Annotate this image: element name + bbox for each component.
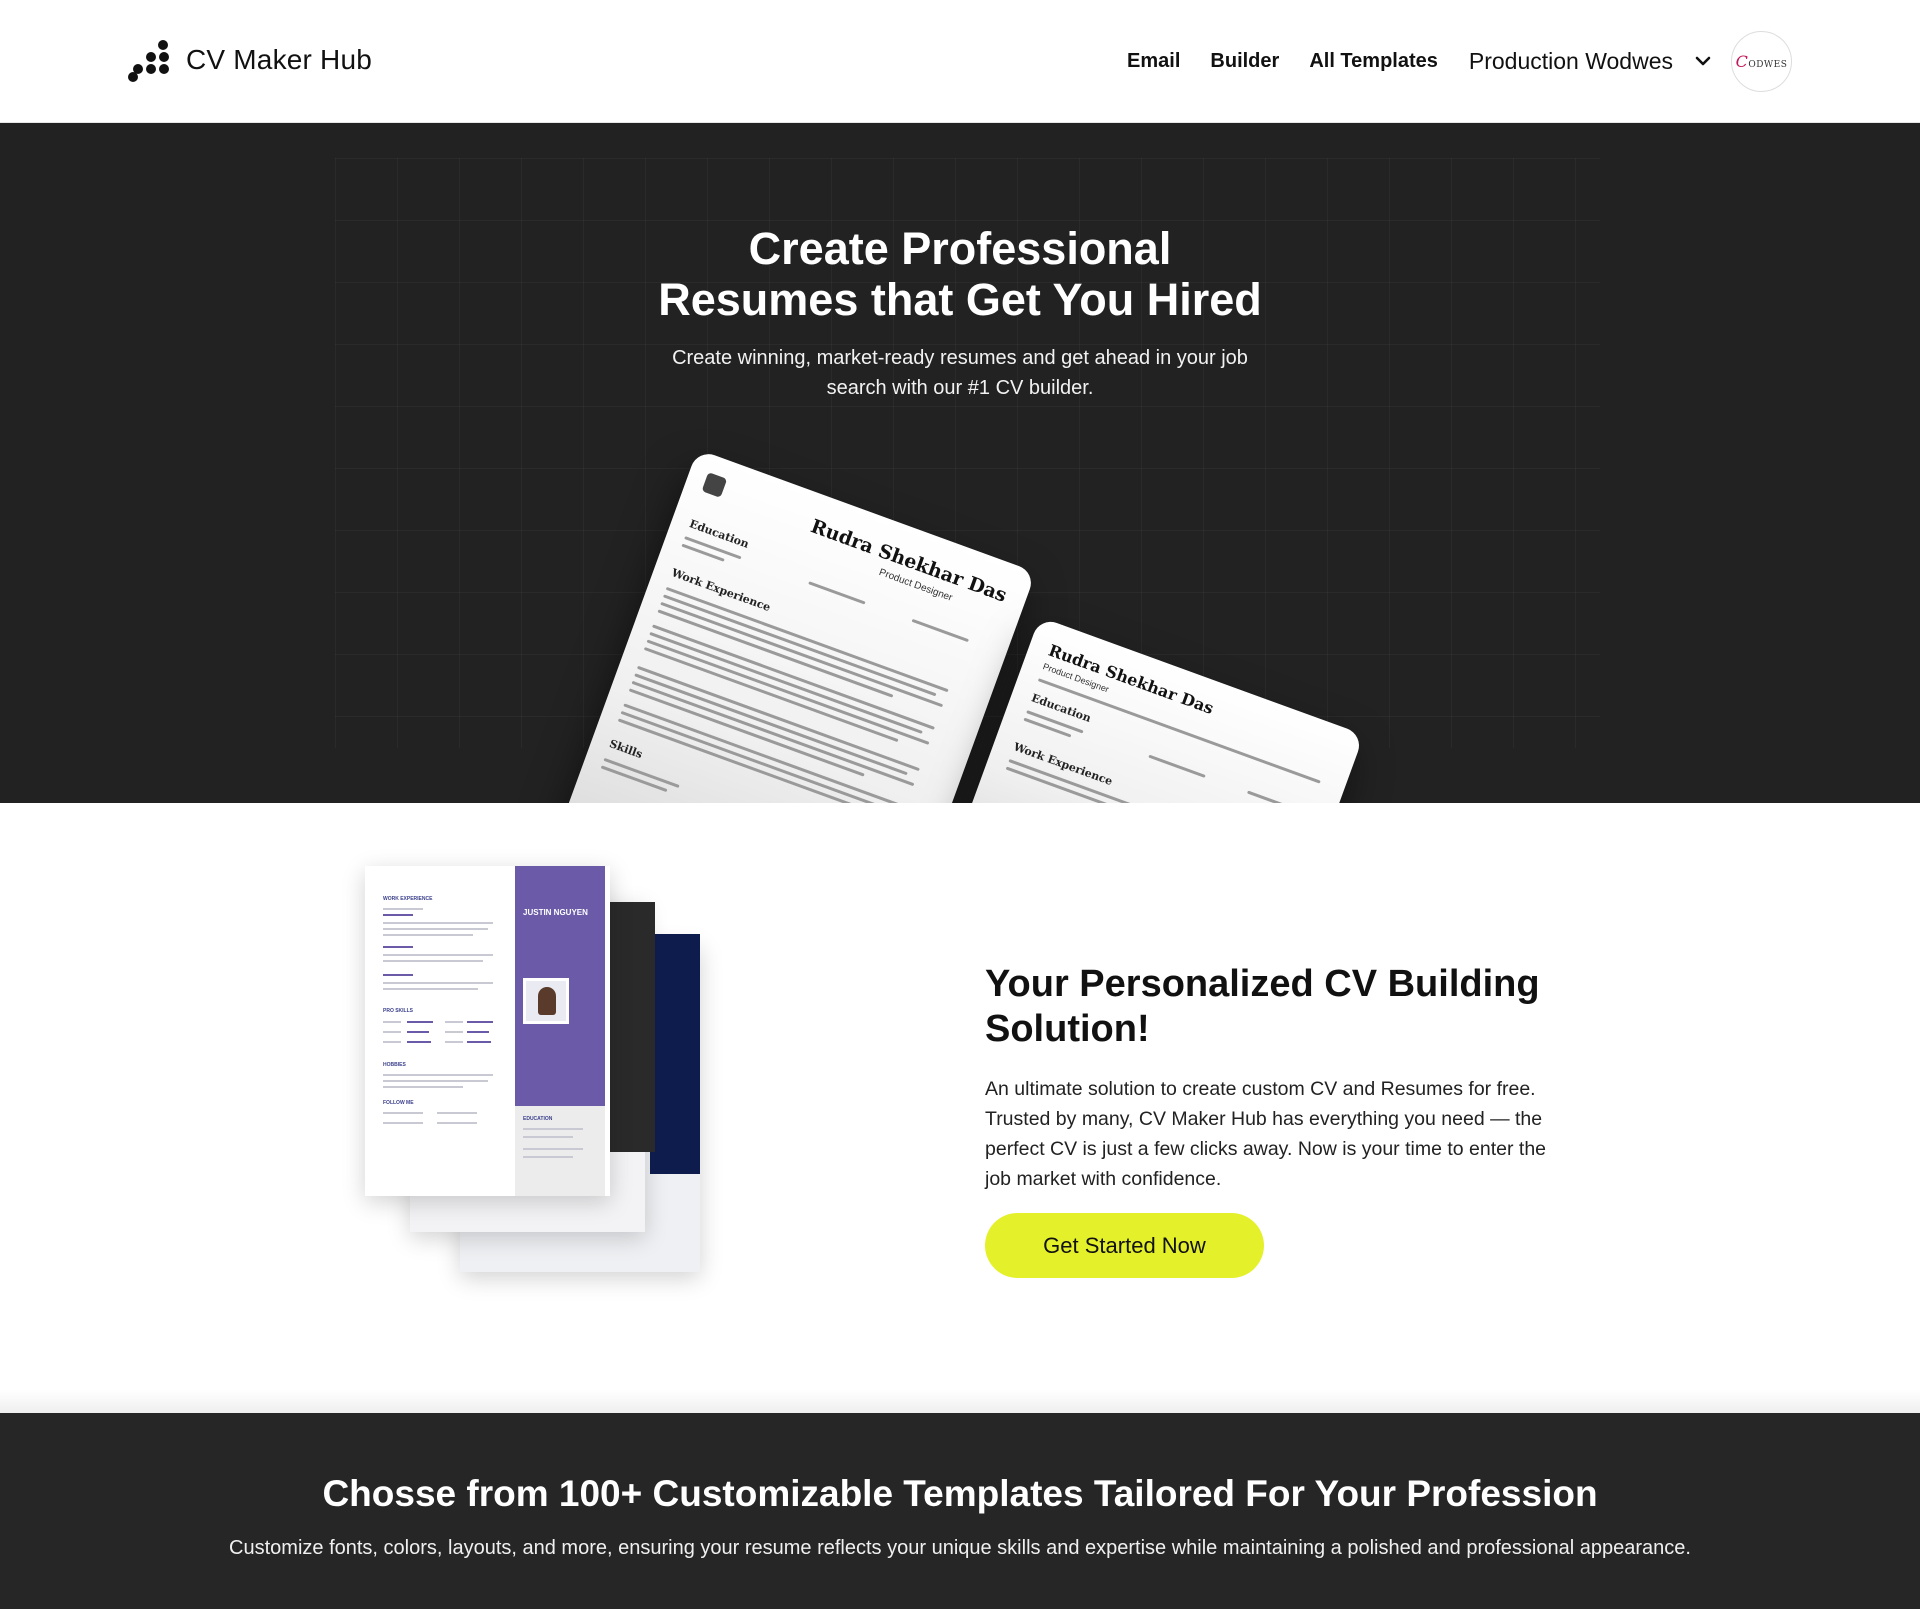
- resume-section-education: Education: [687, 517, 751, 551]
- template-section-skills: PRO SKILLS: [383, 1008, 414, 1014]
- nav-email[interactable]: Email: [1127, 50, 1180, 73]
- avatar[interactable]: CODWES: [1731, 30, 1792, 92]
- brand-logo[interactable]: CV Maker Hub: [128, 38, 372, 82]
- resume-section-skills: Skills: [607, 737, 645, 762]
- nav-builder[interactable]: Builder: [1210, 50, 1279, 73]
- main-nav: Email Builder All Templates Production W…: [1097, 28, 1792, 94]
- template-name: JUSTIN NGUYEN: [523, 908, 588, 917]
- nav-all-templates[interactable]: All Templates: [1309, 50, 1438, 73]
- templates-section: Chosse from 100+ Customizable Templates …: [0, 1413, 1920, 1609]
- user-menu[interactable]: Production Wodwes: [1469, 48, 1713, 75]
- dots-logo-icon: [128, 38, 172, 82]
- cv-templates-illustration: WORK EXPERIENCE PRO SKILLS HOBBIES FOLLO…: [360, 862, 705, 1282]
- template-section-work: WORK EXPERIENCE: [383, 896, 433, 902]
- chevron-down-icon: [1695, 56, 1711, 66]
- resume-photo: [701, 472, 728, 498]
- user-name: Production Wodwes: [1468, 47, 1673, 74]
- template-section-hobbies: HOBBIES: [383, 1062, 406, 1068]
- template-front: WORK EXPERIENCE PRO SKILLS HOBBIES FOLLO…: [365, 866, 610, 1196]
- site-header: CV Maker Hub Email Builder All Templates…: [0, 0, 1920, 123]
- section-shadow: [0, 1390, 1920, 1415]
- brand-name: CV Maker Hub: [186, 44, 373, 75]
- hero-subtitle: Create winning, market-ready resumes and…: [672, 347, 1248, 399]
- templates-title: Chosse from 100+ Customizable Templates …: [322, 1473, 1598, 1514]
- template-navy-column: [650, 934, 700, 1174]
- hero-section: Create Professional Resumes that Get You…: [0, 123, 1920, 803]
- hero-title-line2: Resumes that Get You Hired: [658, 274, 1262, 325]
- get-started-button[interactable]: Get Started Now: [985, 1213, 1264, 1278]
- avatar-text: CODWES: [1735, 51, 1788, 71]
- template-section-follow: FOLLOW ME: [383, 1100, 414, 1106]
- templates-subtitle: Customize fonts, colors, layouts, and mo…: [229, 1537, 1691, 1559]
- template-photo: [523, 978, 569, 1024]
- template-section-education: EDUCATION: [523, 1116, 553, 1122]
- feature-title: Your Personalized CV Building Solution!: [985, 963, 1540, 1050]
- hero-title-line1: Create Professional: [748, 223, 1172, 274]
- feature-description: An ultimate solution to create custom CV…: [985, 1078, 1547, 1190]
- hero-title: Create Professional Resumes that Get You…: [460, 223, 1460, 325]
